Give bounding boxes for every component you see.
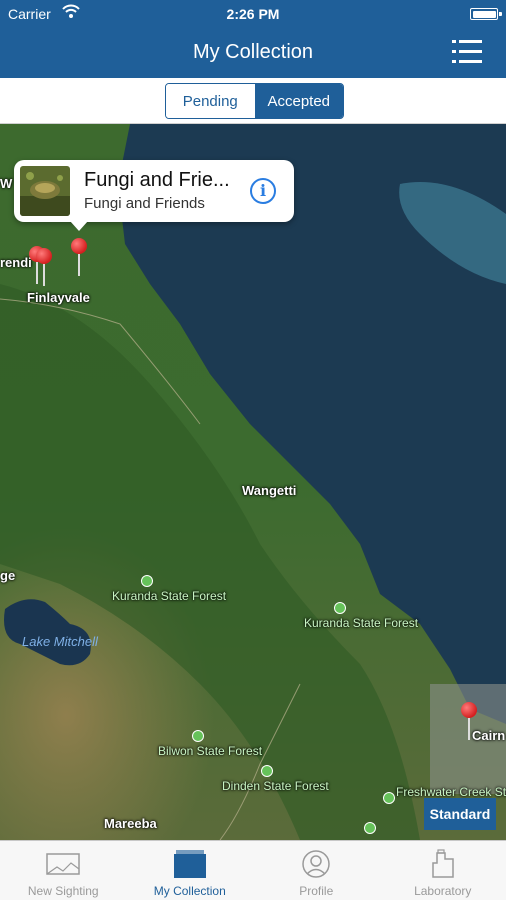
place-label: W <box>0 176 13 191</box>
sighting-pin[interactable] <box>71 238 87 278</box>
pin-callout[interactable]: Fungi and Frie... Fungi and Friends i <box>14 160 294 231</box>
navigation-bar: My Collection <box>0 28 506 78</box>
park-icon <box>261 765 273 777</box>
place-label-finlayvale: Finlayvale <box>27 290 90 305</box>
park-icon <box>334 602 346 614</box>
park-icon <box>383 792 395 804</box>
place-label-mareeba: Mareeba <box>104 816 157 831</box>
info-icon[interactable]: i <box>250 178 276 204</box>
park-icon <box>192 730 204 742</box>
callout-title: Fungi and Frie... <box>84 169 230 191</box>
place-label: ge <box>0 568 16 583</box>
place-label-dinden: Dinden State Forest <box>222 779 329 793</box>
segment-accepted[interactable]: Accepted <box>254 84 343 118</box>
page-title: My Collection <box>192 41 314 63</box>
callout-subtitle: Fungi and Friends <box>84 195 205 212</box>
tab-label: My Collection <box>153 884 226 898</box>
place-label-lake-mitchell: Lake Mitchell <box>22 634 98 649</box>
map-type-button[interactable]: Standard <box>424 798 496 830</box>
place-label-kuranda: Kuranda State Forest <box>304 616 419 630</box>
filter-bar: Pending Accepted <box>0 78 506 124</box>
list-menu-icon[interactable] <box>452 38 482 66</box>
place-label-wangetti: Wangetti <box>242 483 297 498</box>
park-icon <box>364 822 376 834</box>
sighting-thumbnail <box>20 166 70 216</box>
tab-laboratory[interactable]: Laboratory <box>380 841 506 900</box>
satellite-map-image <box>0 124 506 840</box>
clock: 2:26 PM <box>226 6 280 22</box>
park-icon <box>141 575 153 587</box>
segment-pending[interactable]: Pending <box>166 84 255 118</box>
tab-new-sighting[interactable]: New Sighting <box>0 841 127 900</box>
tab-my-collection[interactable]: My Collection <box>127 841 254 900</box>
place-label-bilwon: Bilwon State Forest <box>158 744 263 758</box>
tab-label: New Sighting <box>27 884 99 898</box>
tab-label: Laboratory <box>414 884 472 898</box>
tab-label: Profile <box>299 884 334 898</box>
status-segmented-control: Pending Accepted <box>165 83 344 119</box>
place-label: rendi <box>0 255 32 270</box>
tab-profile[interactable]: Profile <box>253 841 380 900</box>
sighting-pin[interactable] <box>36 248 52 288</box>
place-label-kuranda: Kuranda State Forest <box>112 589 227 603</box>
sighting-pin[interactable] <box>461 702 477 742</box>
status-bar: Carrier 2:26 PM <box>0 0 506 28</box>
tab-bar: New Sighting My Collection Profile Labor… <box>0 840 506 900</box>
profile-icon <box>302 850 330 878</box>
collection-icon <box>173 850 206 878</box>
new-sighting-icon <box>46 853 80 875</box>
battery-icon <box>470 8 502 20</box>
map-view[interactable]: W rendi Finlayvale Wangetti ge Lake Mitc… <box>0 124 506 840</box>
laboratory-icon <box>432 849 454 878</box>
